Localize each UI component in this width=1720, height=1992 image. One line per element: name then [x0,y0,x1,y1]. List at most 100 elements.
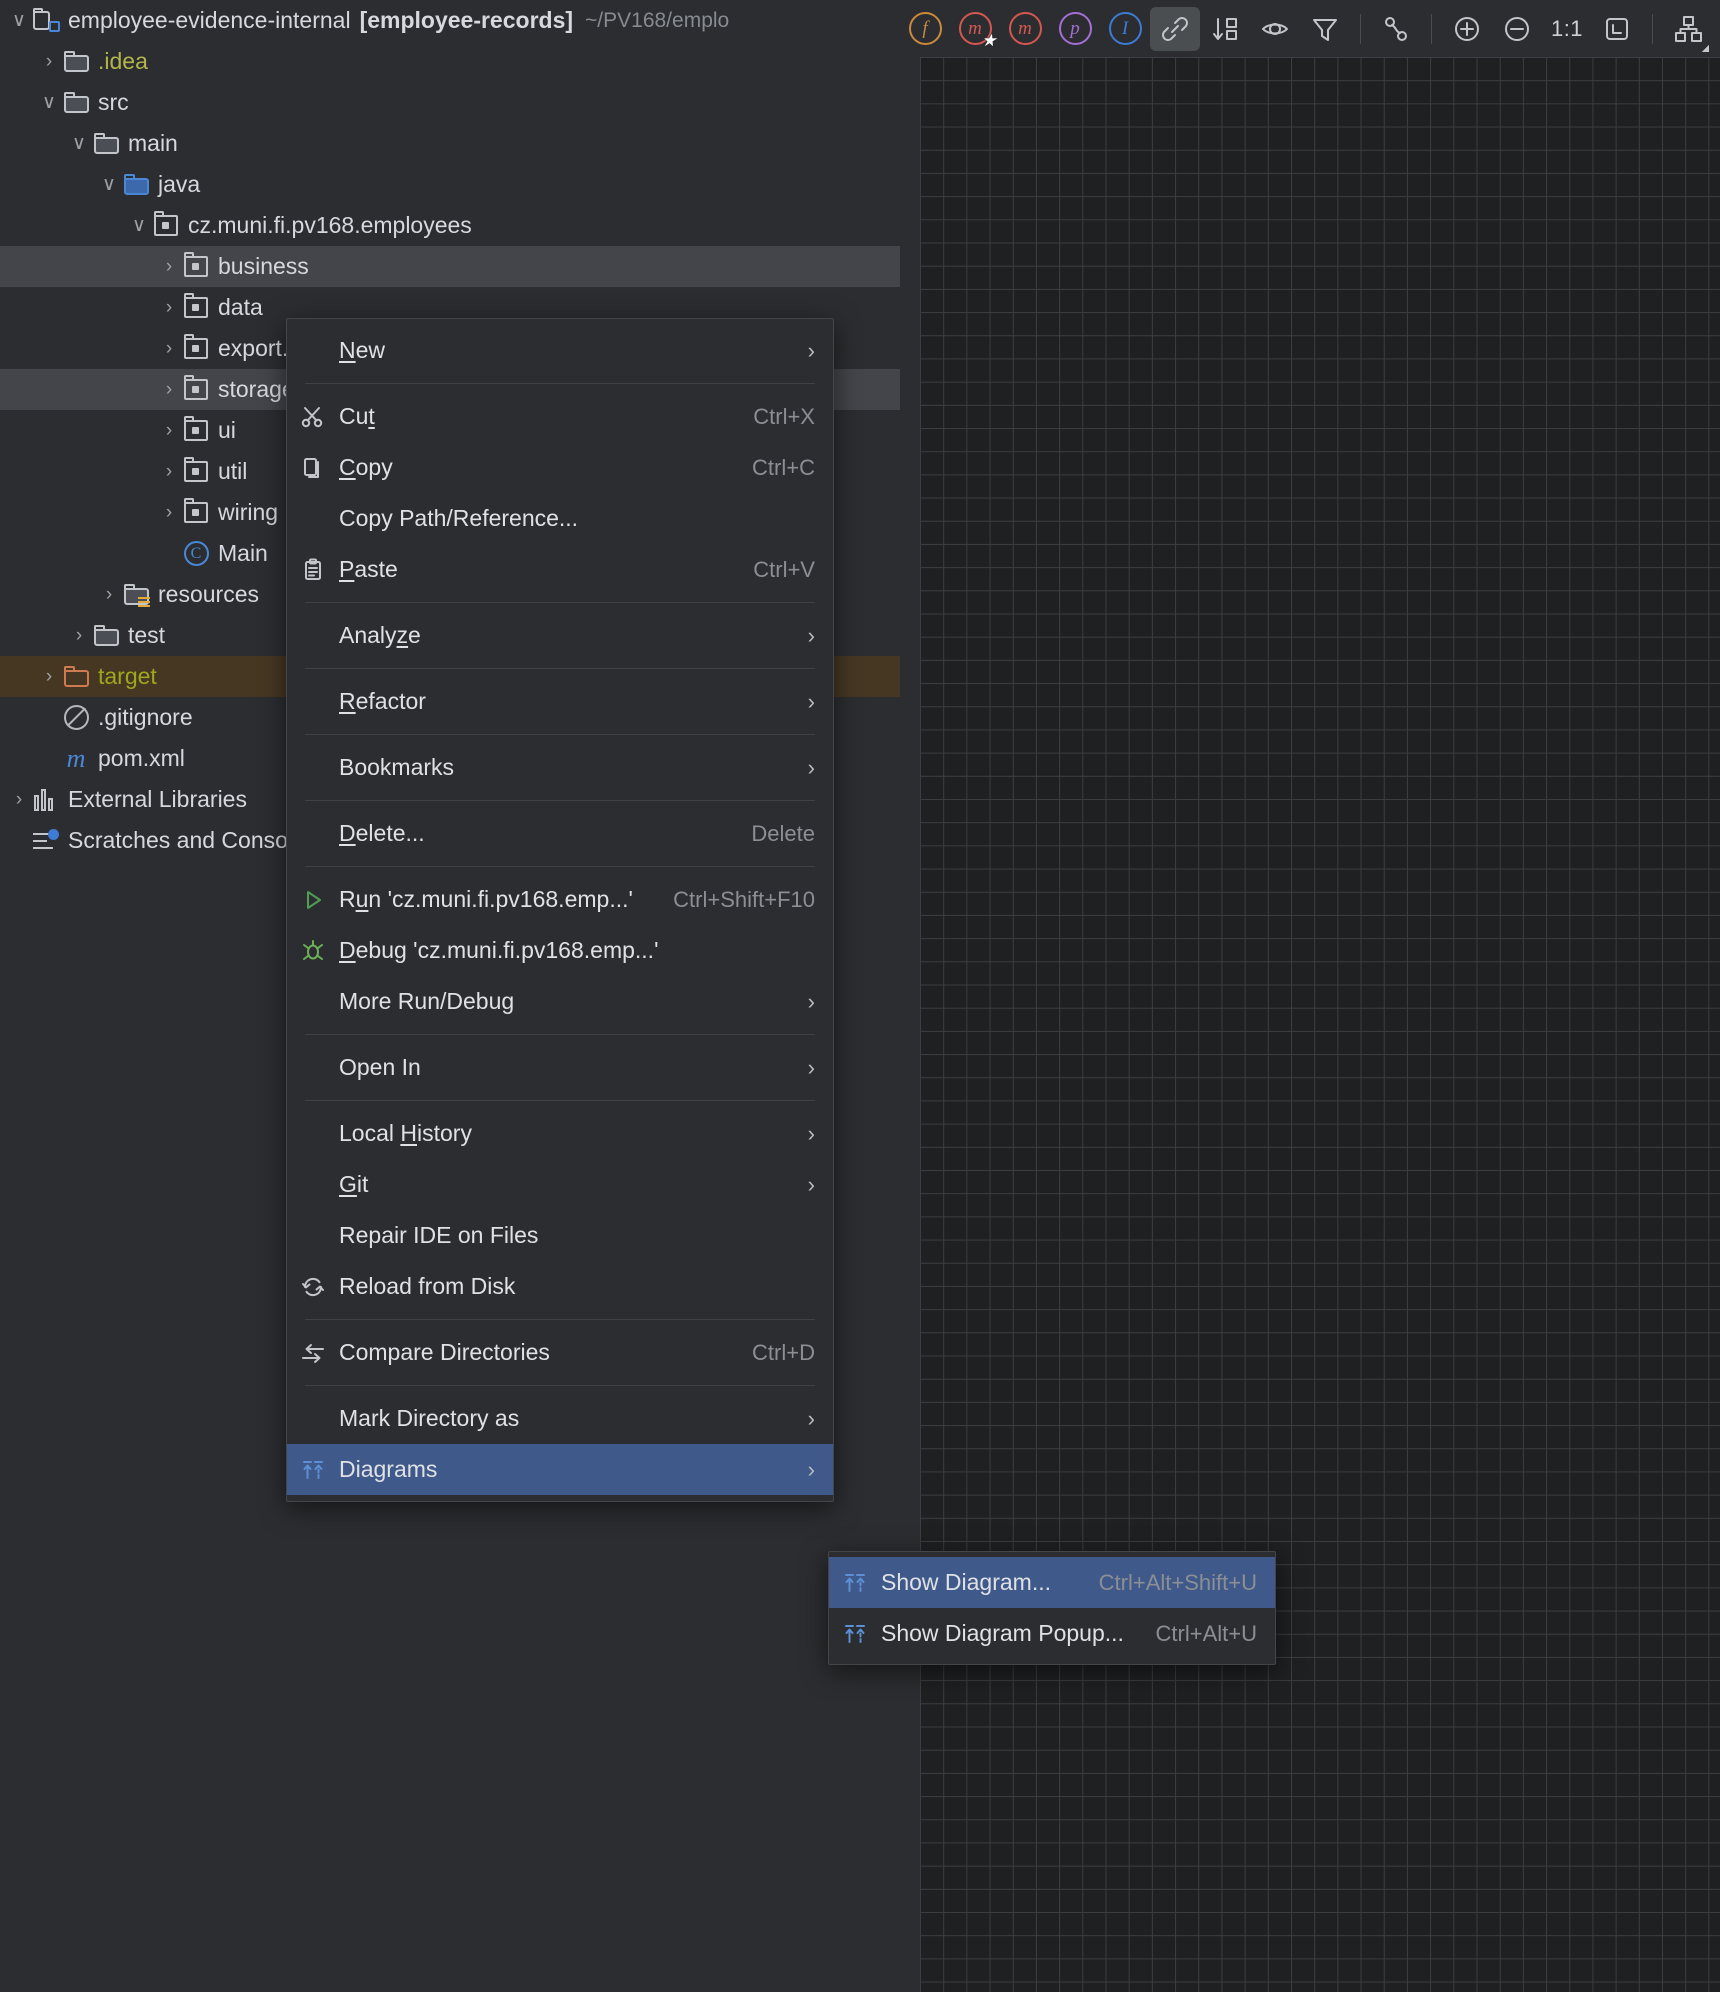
menu-item-run-cz-muni-fi-pv168-emp[interactable]: Run 'cz.muni.fi.pv168.emp...' Ctrl+Shift+… [287,874,833,925]
menu-separator [305,866,815,867]
menu-item-more-run-debug[interactable]: More Run/Debug › [287,976,833,1027]
property-filter-icon[interactable]: p [1050,7,1100,51]
context-menu[interactable]: New › Cut Ctrl+X Copy Ctrl+C Copy Path/Referen… [286,318,834,1502]
zoom-level-label: 1:1 [1550,15,1584,41]
chevron-down-icon[interactable]: ∨ [96,173,122,196]
folder-icon [92,133,120,154]
toolbar-separator [1431,13,1432,44]
zoom-actual-size-button[interactable]: 1:1 [1542,7,1592,51]
diagram-canvas[interactable] [900,0,1720,1992]
menu-item-label: New [339,337,386,363]
inner-class-filter-icon[interactable]: I [1100,7,1150,51]
menu-item-bookmarks[interactable]: Bookmarks › [287,742,833,793]
menu-item-cut[interactable]: Cut Ctrl+X [287,391,833,442]
edges-icon[interactable] [1371,7,1421,51]
chevron-down-icon[interactable]: ∨ [66,132,92,155]
menu-item-debug-cz-muni-fi-pv168-emp[interactable]: Debug 'cz.muni.fi.pv168.emp...' [287,925,833,976]
chevron-right-icon[interactable]: › [36,666,62,688]
chevron-right-icon[interactable]: › [36,51,62,73]
menu-item-mark-directory-as[interactable]: Mark Directory as › [287,1393,833,1444]
package-icon [182,252,210,277]
tree-item-label: ui [218,417,236,443]
layout-icon[interactable] [1663,7,1713,51]
funnel-icon[interactable] [1300,7,1709,52]
chevron-right-icon[interactable]: › [6,789,32,811]
menu-item-label: Delete... [339,820,425,846]
menu-item-refactor[interactable]: Refactor › [287,676,833,727]
library-icon [32,788,60,811]
package-icon [182,498,210,523]
tree-row-business[interactable]: › business [0,246,900,287]
tree-row-project-root[interactable]: ∨ employee-evidence-internal [employee-r… [0,0,900,41]
menu-item-shortcut: Ctrl+X [753,403,815,429]
run-icon [287,887,339,913]
plus-icon[interactable] [1442,7,1492,51]
menu-item-label: Repair IDE on Files [339,1222,539,1248]
menu-item-reload-from-disk[interactable]: Reload from Disk [287,1261,833,1312]
chevron-right-icon: › [807,1120,815,1146]
menu-item-local-history[interactable]: Local History › [287,1108,833,1159]
menu-separator [305,734,815,735]
chevron-right-icon[interactable]: › [156,461,182,483]
diagram-icon [287,1457,339,1483]
menu-item-diagrams[interactable]: Diagrams › [287,1444,833,1495]
menu-item-compare-directories[interactable]: Compare Directories Ctrl+D [287,1327,833,1378]
method-filter-icon[interactable]: m ★ [950,7,1000,51]
diagrams-submenu[interactable]: Show Diagram... Ctrl+Alt+Shift+U Show Diag… [828,1551,1276,1665]
menu-item-label: Copy Path/Reference... [339,505,579,531]
menu-item-analyze[interactable]: Analyze › [287,610,833,661]
chevron-right-icon[interactable]: › [66,625,92,647]
member-filter-icon[interactable]: m [1000,7,1050,51]
menu-item-shortcut: Ctrl+C [752,454,815,480]
minus-icon[interactable] [1492,7,1542,51]
eye-icon[interactable] [1250,7,1709,52]
tree-row-cz-muni-fi-pv168-employees[interactable]: ∨ cz.muni.fi.pv168.employees [0,205,900,246]
menu-item-shortcut: Ctrl+V [753,556,815,582]
menu-item-show-diagram-popup[interactable]: Show Diagram Popup... Ctrl+Alt+U [829,1608,1275,1659]
tree-row-main[interactable]: ∨ main [0,123,900,164]
tree-row-java[interactable]: ∨ java [0,164,900,205]
fit-content-icon[interactable] [1592,7,1642,51]
menu-item-new[interactable]: New › [287,325,833,376]
chevron-right-icon: › [807,1456,815,1482]
tree-item-label: External Libraries [68,786,247,812]
project-root-name: employee-evidence-internal [68,7,351,33]
chevron-down-icon[interactable]: ∨ [36,91,62,114]
menu-item-open-in[interactable]: Open In › [287,1042,833,1093]
tree-item-label: wiring [218,499,279,525]
chevron-down-icon[interactable]: ∨ [126,214,152,237]
chevron-right-icon[interactable]: › [96,584,122,606]
menu-item-copy-path-reference[interactable]: Copy Path/Reference... [287,493,833,544]
project-root-module: [employee-records] [359,7,574,33]
menu-item-label: Open In [339,1054,421,1080]
link-icon[interactable] [1150,6,1200,51]
chevron-right-icon[interactable]: › [156,297,182,319]
menu-item-copy[interactable]: Copy Ctrl+C [287,442,833,493]
package-icon [182,375,210,400]
chevron-down-icon[interactable]: ∨ [6,9,32,32]
diagram-icon [829,1570,881,1596]
menu-item-label: Diagrams [339,1456,438,1482]
chevron-right-icon[interactable]: › [156,379,182,401]
tree-row-idea[interactable]: › .idea [0,41,900,82]
tree-row-src[interactable]: ∨ src [0,82,900,123]
chevron-right-icon[interactable]: › [156,502,182,524]
menu-separator [305,1319,815,1320]
menu-item-git[interactable]: Git › [287,1159,833,1210]
menu-item-show-diagram[interactable]: Show Diagram... Ctrl+Alt+Shift+U [829,1557,1275,1608]
menu-item-label: Paste [339,556,398,582]
paste-icon [287,557,339,583]
menu-item-paste[interactable]: Paste Ctrl+V [287,544,833,595]
menu-separator [305,1034,815,1035]
chevron-right-icon[interactable]: › [156,338,182,360]
field-filter-icon[interactable]: f [900,7,950,51]
package-icon [182,293,210,318]
menu-item-label: More Run/Debug [339,988,515,1014]
sort-icon[interactable] [1200,7,1709,52]
chevron-right-icon[interactable]: › [156,420,182,442]
menu-item-repair-ide-on-files[interactable]: Repair IDE on Files [287,1210,833,1261]
star-badge-icon: ★ [981,31,997,50]
tree-item-label: Main [218,540,268,566]
chevron-right-icon[interactable]: › [156,256,182,278]
menu-item-delete[interactable]: Delete... Delete [287,808,833,859]
